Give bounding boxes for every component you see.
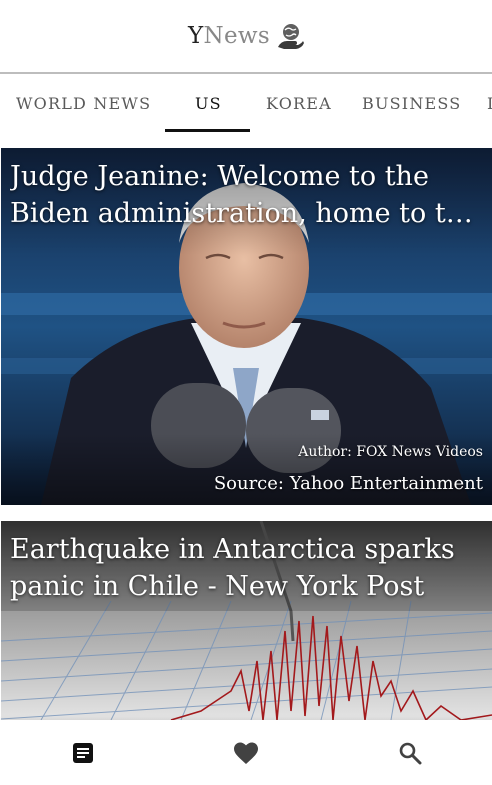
- article-author: Author: FOX News Videos: [298, 444, 483, 460]
- nav-headlines-button[interactable]: [70, 740, 96, 766]
- globe-hand-icon: [277, 24, 304, 49]
- article-card[interactable]: Judge Jeanine: Welcome to the Biden admi…: [1, 148, 492, 505]
- tab-business[interactable]: BUSINESS: [362, 76, 461, 132]
- article-source: Source: Yahoo Entertainment: [213, 473, 483, 494]
- bottom-navigation: [0, 720, 492, 785]
- brand-suffix: News: [203, 23, 270, 49]
- tab-us[interactable]: US: [195, 76, 222, 132]
- article-headline: Judge Jeanine: Welcome to the Biden admi…: [10, 161, 480, 229]
- tab-overflow[interactable]: I: [487, 76, 492, 132]
- tab-world-news[interactable]: WORLD NEWS: [16, 76, 151, 132]
- active-tab-indicator: [165, 129, 250, 132]
- search-icon: [399, 742, 422, 765]
- app-title: YNews: [188, 23, 270, 49]
- app-header: YNews: [0, 0, 492, 74]
- category-tabs: WORLD NEWS US KOREA BUSINESS I: [0, 76, 492, 134]
- article-headline: Earthquake in Antarctica sparks panic in…: [10, 534, 455, 602]
- tab-korea[interactable]: KOREA: [266, 76, 332, 132]
- nav-search-button[interactable]: [397, 740, 423, 766]
- article-card[interactable]: Earthquake in Antarctica sparks panic in…: [1, 521, 492, 720]
- heart-icon: [234, 742, 258, 764]
- article-icon: [73, 743, 93, 763]
- brand: YNews: [188, 21, 304, 51]
- brand-prefix: Y: [188, 23, 204, 49]
- nav-favorites-button[interactable]: [233, 740, 259, 766]
